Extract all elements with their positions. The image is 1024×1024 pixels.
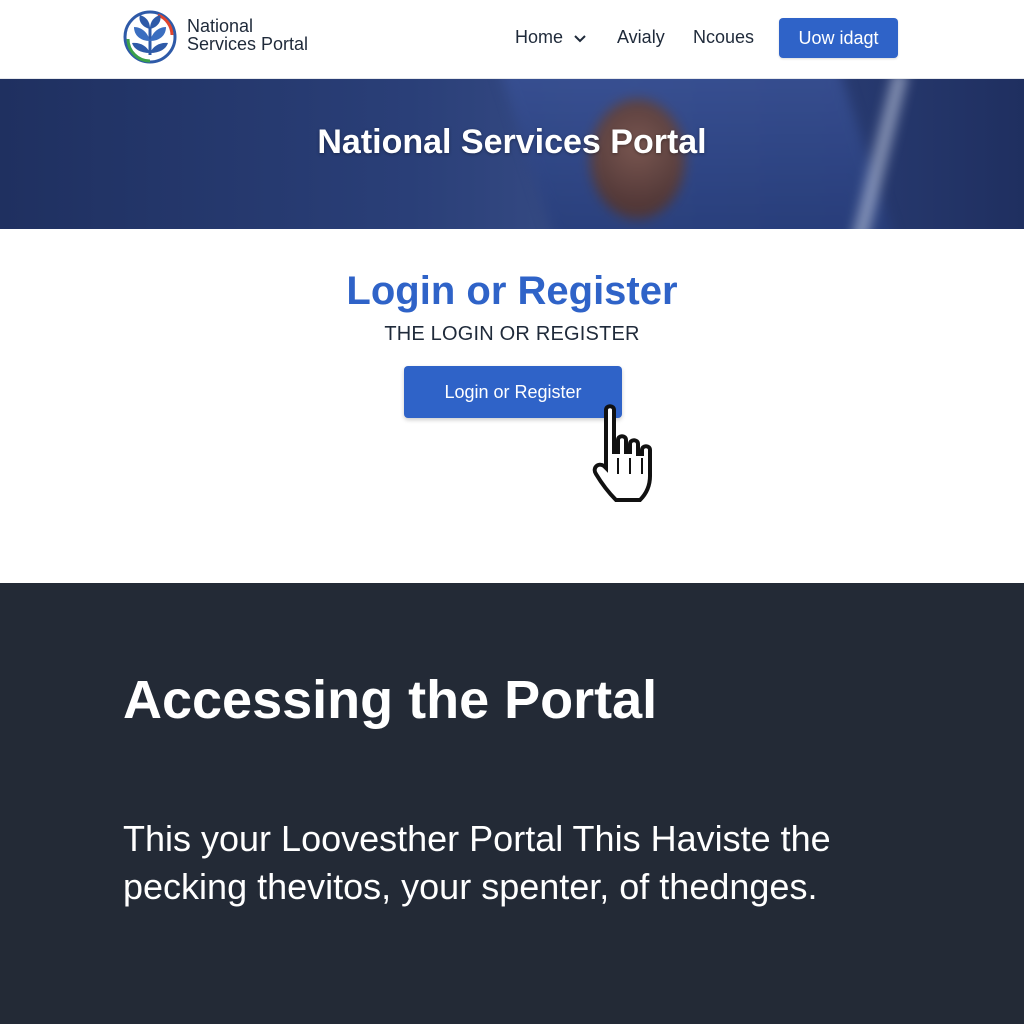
leaf-emblem-icon[interactable] <box>122 9 178 65</box>
header-cta-button[interactable]: Uow idagt <box>779 18 898 58</box>
login-register-button[interactable]: Login or Register <box>404 366 622 418</box>
nav-home[interactable]: Home <box>515 27 587 48</box>
chevron-down-icon <box>574 34 586 42</box>
hero-banner: National Services Portal <box>0 79 1024 229</box>
hand-pointer-cursor-icon <box>592 404 652 502</box>
nav-home-label: Home <box>515 27 564 47</box>
brand-name[interactable]: National Services Portal <box>187 17 308 53</box>
info-body-text: This your Loovesther Portal This Haviste… <box>123 818 831 907</box>
brand-line-2: Services Portal <box>187 34 309 54</box>
hero-title: National Services Portal <box>317 123 707 161</box>
info-section: Accessing the Portal This your Loovesthe… <box>0 583 1024 1024</box>
login-subheading: THE LOGIN OR REGISTER <box>384 323 640 345</box>
login-section: Login or Register THE LOGIN OR REGISTER … <box>0 229 1024 583</box>
info-heading: Accessing the Portal <box>123 670 658 730</box>
site-header: National Services Portal Home Avialy Nco… <box>0 0 1024 79</box>
login-heading: Login or Register <box>346 269 678 313</box>
nav-item-avialy[interactable]: Avialy <box>617 27 665 48</box>
brand-line-1: National <box>187 16 254 36</box>
nav-item-ncoues[interactable]: Ncoues <box>693 27 754 48</box>
